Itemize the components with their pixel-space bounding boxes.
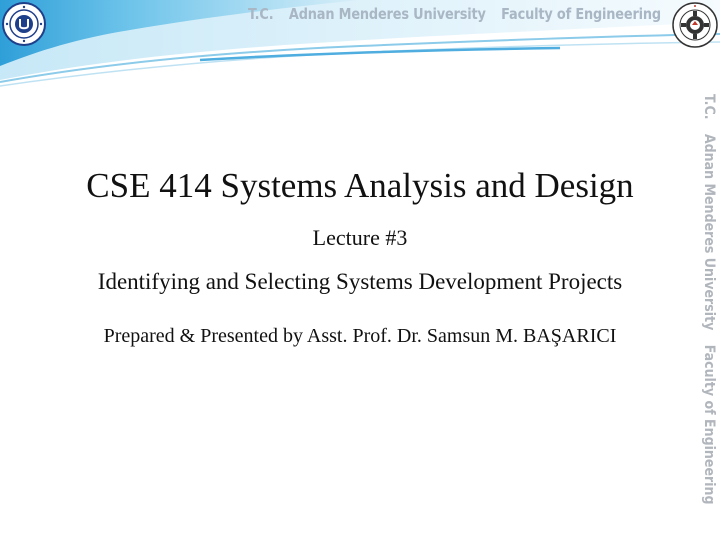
header-university: Adnan Menderes University [288,5,486,23]
side-faculty: Faculty of Engineering [701,344,717,505]
presenter-line: Prepared & Presented by Asst. Prof. Dr. … [103,325,617,347]
lecture-number: Lecture #3 [312,225,408,250]
faculty-gear-seal-icon [672,2,718,48]
side-institution-prefix: T.C. [701,94,717,120]
side-title: T.C. Adnan Menderes University Faculty o… [701,94,717,505]
header-institution-prefix: T.C. [248,5,274,23]
side-university: Adnan Menderes University [701,133,717,331]
slide-content: CSE 414 Systems Analysis and Design Lect… [20,168,700,348]
university-seal-icon [2,2,46,46]
slide-subtitle: Identifying and Selecting Systems Develo… [97,269,623,294]
header-title: T.C. Adnan Menderes University Faculty o… [248,5,661,23]
header-faculty: Faculty of Engineering [501,5,661,23]
slide-title: CSE 414 Systems Analysis and Design [86,166,634,205]
